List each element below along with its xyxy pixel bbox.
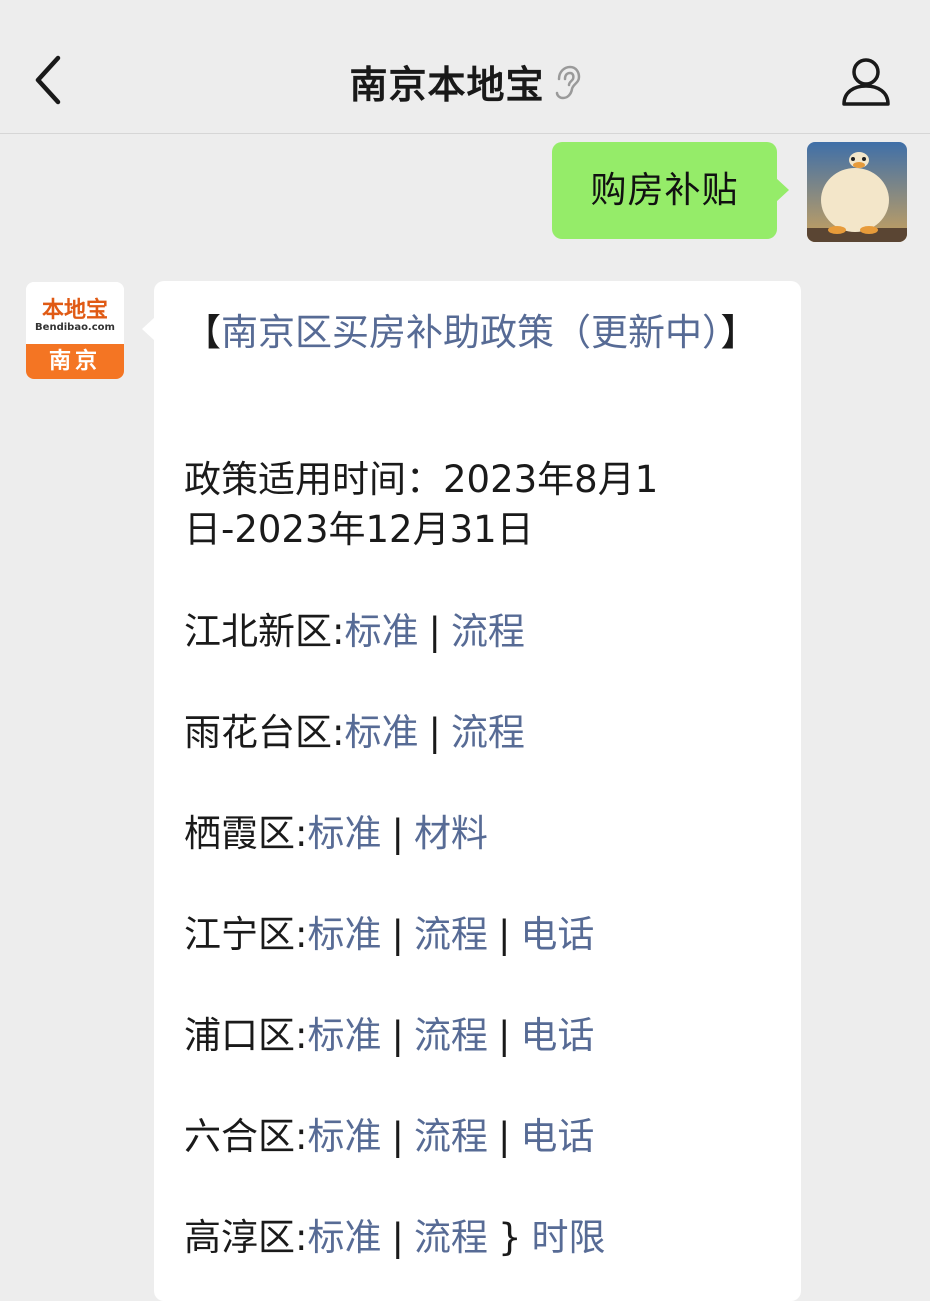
profile-icon[interactable]: [838, 54, 894, 110]
separator: |: [391, 812, 404, 855]
bracket-close: 】: [720, 311, 758, 354]
bot-brand-url: Bendibao.com: [35, 322, 115, 333]
page-title: 南京本地宝: [0, 54, 930, 110]
policy-title-line: 【南京区买房补助政策（更新中）】: [184, 308, 779, 358]
district-name: 六合区:: [184, 1115, 308, 1158]
separator: |: [428, 610, 441, 653]
separator: |: [428, 711, 441, 754]
district-name: 浦口区:: [184, 1014, 308, 1057]
process-link[interactable]: 流程: [414, 913, 488, 956]
bot-brand-logo: 本地宝: [41, 298, 108, 323]
standard-link[interactable]: 标准: [307, 1216, 381, 1259]
standard-link[interactable]: 标准: [307, 1115, 381, 1158]
process-link[interactable]: 流程: [414, 1014, 488, 1057]
district-row-gaochun: 高淳区:标准 | 流程} 时限: [184, 1213, 779, 1263]
bracket-open: 【: [184, 311, 221, 354]
district-row-luhe: 六合区:标准 | 流程 | 电话: [184, 1112, 779, 1162]
standard-link[interactable]: 标准: [344, 610, 418, 653]
separator: |: [391, 913, 404, 956]
policy-title-link[interactable]: 南京区买房补助政策（更新中）: [221, 311, 721, 354]
policy-time-label: 政策适用时间：: [184, 458, 443, 501]
district-row-yuhuatai: 雨花台区:标准 | 流程: [184, 708, 779, 758]
separator: |: [391, 1014, 404, 1057]
separator: |: [497, 913, 511, 956]
policy-time: 政策适用时间：2023年8月1日-2023年12月31日: [184, 455, 779, 555]
process-link[interactable]: 流程: [414, 1216, 488, 1259]
outgoing-message-text: 购房补贴: [590, 170, 739, 211]
bot-city-label: 南京: [26, 344, 124, 379]
district-name: 雨花台区:: [184, 711, 345, 754]
process-link[interactable]: 流程: [451, 610, 525, 653]
standard-link[interactable]: 标准: [307, 1014, 381, 1057]
bot-avatar[interactable]: 本地宝 Bendibao.com 南京: [26, 282, 124, 379]
bot-avatar-top: 本地宝 Bendibao.com: [26, 282, 124, 344]
district-name: 江北新区:: [184, 610, 345, 653]
separator: |: [497, 1115, 511, 1158]
account-name: 南京本地宝: [349, 63, 545, 107]
time-limit-link[interactable]: 时限: [531, 1216, 605, 1259]
district-row-qixia: 栖霞区:标准 | 材料: [184, 809, 779, 859]
district-name: 高淳区:: [184, 1216, 308, 1259]
district-row-pukou: 浦口区:标准 | 流程 | 电话: [184, 1011, 779, 1061]
incoming-message: 【南京区买房补助政策（更新中）】 政策适用时间：2023年8月1日-2023年1…: [142, 281, 801, 1301]
phone-link[interactable]: 电话: [520, 1115, 594, 1158]
process-link[interactable]: 流程: [451, 711, 525, 754]
phone-link[interactable]: 电话: [520, 913, 594, 956]
process-link[interactable]: 流程: [414, 1115, 488, 1158]
district-row-jiangning: 江宁区:标准 | 流程 | 电话: [184, 910, 779, 960]
standard-link[interactable]: 标准: [307, 812, 381, 855]
district-row-jiangbei: 江北新区:标准 | 流程: [184, 607, 779, 657]
separator: |: [391, 1115, 404, 1158]
outgoing-message[interactable]: 购房补贴: [552, 142, 789, 239]
separator: |: [497, 1014, 511, 1057]
separator: |: [391, 1216, 404, 1259]
standard-link[interactable]: 标准: [307, 913, 381, 956]
standard-link[interactable]: 标准: [344, 711, 418, 754]
ear-icon: [553, 65, 581, 110]
navigation-bar: 南京本地宝: [0, 0, 930, 134]
phone-link[interactable]: 电话: [520, 1014, 594, 1057]
materials-link[interactable]: 材料: [414, 812, 488, 855]
district-name: 江宁区:: [184, 913, 308, 956]
district-name: 栖霞区:: [184, 812, 308, 855]
separator: }: [497, 1216, 522, 1259]
user-avatar[interactable]: [807, 142, 907, 242]
